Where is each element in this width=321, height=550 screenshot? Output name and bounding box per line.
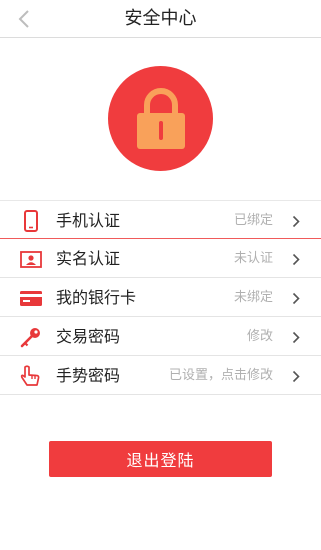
chevron-right-icon: [289, 213, 303, 229]
menu-item-phone-verification[interactable]: 手机认证 已绑定: [0, 200, 321, 239]
menu-item-label: 我的银行卡: [56, 288, 137, 307]
gesture-hand-icon: [20, 365, 42, 387]
menu-item-label: 实名认证: [56, 249, 121, 268]
menu-item-transaction-password[interactable]: 交易密码 修改: [0, 317, 321, 356]
menu-item-real-name-verification[interactable]: 实名认证 未认证: [0, 239, 321, 278]
chevron-right-icon: [289, 290, 303, 306]
page-title: 安全中心: [124, 8, 197, 29]
menu-item-label: 手机认证: [56, 211, 121, 230]
menu-item-status: 已设置，点击修改: [168, 368, 273, 383]
padlock-icon: [136, 87, 185, 149]
chevron-right-icon: [289, 329, 303, 345]
nav-header: 安全中心: [0, 0, 321, 38]
menu-item-gesture-password[interactable]: 手势密码 已设置，点击修改: [0, 356, 321, 395]
id-card-icon: [20, 248, 42, 270]
security-menu: 手机认证 已绑定 实名认证 未认证 我的银行卡 未绑定 交易密码 修改 手势密码…: [0, 200, 321, 395]
menu-item-status: 未绑定: [233, 290, 273, 305]
key-icon: [20, 326, 42, 348]
logout-button[interactable]: 退出登陆: [49, 441, 272, 477]
menu-item-status: 未认证: [233, 251, 273, 266]
security-center-screen: 安全中心 手机认证 已绑定 实名认证 未认证 我的银行卡 未绑定 交易密码 修改…: [0, 0, 321, 550]
menu-item-my-bank-card[interactable]: 我的银行卡 未绑定: [0, 278, 321, 317]
chevron-right-icon: [289, 368, 303, 384]
mobile-phone-icon: [20, 210, 42, 232]
chevron-right-icon: [289, 251, 303, 267]
menu-item-status: 已绑定: [233, 213, 273, 228]
menu-item-label: 交易密码: [56, 327, 121, 346]
lock-badge: [108, 66, 213, 171]
bank-card-icon: [20, 287, 42, 309]
menu-item-label: 手势密码: [56, 366, 121, 385]
menu-item-status: 修改: [246, 329, 273, 344]
